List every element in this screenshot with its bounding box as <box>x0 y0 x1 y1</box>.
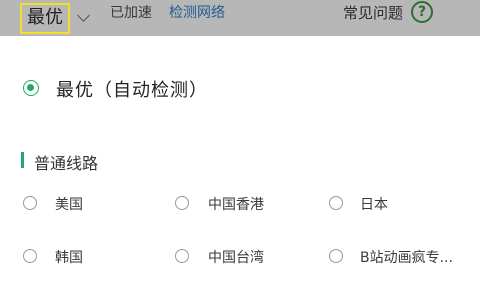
route-option-hongkong[interactable]: 中国香港 <box>166 186 316 220</box>
current-route-label[interactable]: 最优 <box>20 2 70 34</box>
route-option-korea[interactable]: 韩国 <box>14 239 154 273</box>
section-accent-bar <box>21 152 24 168</box>
route-option-label: 美国 <box>55 197 83 213</box>
route-option-bilibili-anime[interactable]: B站动画疯专... <box>320 239 476 273</box>
faq-label[interactable]: 常见问题 <box>343 0 403 26</box>
radio-unselected-icon[interactable] <box>175 196 189 210</box>
help-circle-icon[interactable]: ? <box>411 1 434 23</box>
route-option-label: B站动画疯专... <box>360 250 453 266</box>
route-option-label: 韩国 <box>55 250 83 266</box>
top-bar: 最优 已加速 检测网络 常见问题 ? <box>0 0 480 36</box>
radio-unselected-icon[interactable] <box>329 249 343 263</box>
route-option-optimal[interactable]: 最优（自动检测） <box>0 36 480 106</box>
faq-button[interactable]: 常见问题 ? <box>343 0 434 36</box>
section-title-normal-routes: 普通线路 <box>34 154 99 173</box>
route-selection-sheet: 最优（自动检测） 普通线路 美国 中国香港 日本 韩国 中国台湾 B站动画疯专.… <box>0 36 480 300</box>
route-option-japan[interactable]: 日本 <box>320 186 470 220</box>
route-option-us[interactable]: 美国 <box>14 186 154 220</box>
route-option-label: 中国台湾 <box>208 250 264 266</box>
chevron-down-icon[interactable] <box>77 9 90 22</box>
radio-unselected-icon[interactable] <box>175 249 189 263</box>
radio-unselected-icon[interactable] <box>23 249 37 263</box>
route-option-label: 中国香港 <box>208 197 264 213</box>
radio-unselected-icon[interactable] <box>23 196 37 210</box>
route-dropdown[interactable]: 最优 <box>20 0 90 36</box>
radio-unselected-icon[interactable] <box>329 196 343 210</box>
route-option-label: 日本 <box>360 197 388 213</box>
radio-selected-icon[interactable] <box>23 80 39 96</box>
detect-network-link[interactable]: 检测网络 <box>169 0 225 36</box>
acceleration-status: 已加速 <box>110 5 152 21</box>
route-option-taiwan[interactable]: 中国台湾 <box>166 239 316 273</box>
route-option-optimal-label: 最优（自动检测） <box>56 80 208 101</box>
